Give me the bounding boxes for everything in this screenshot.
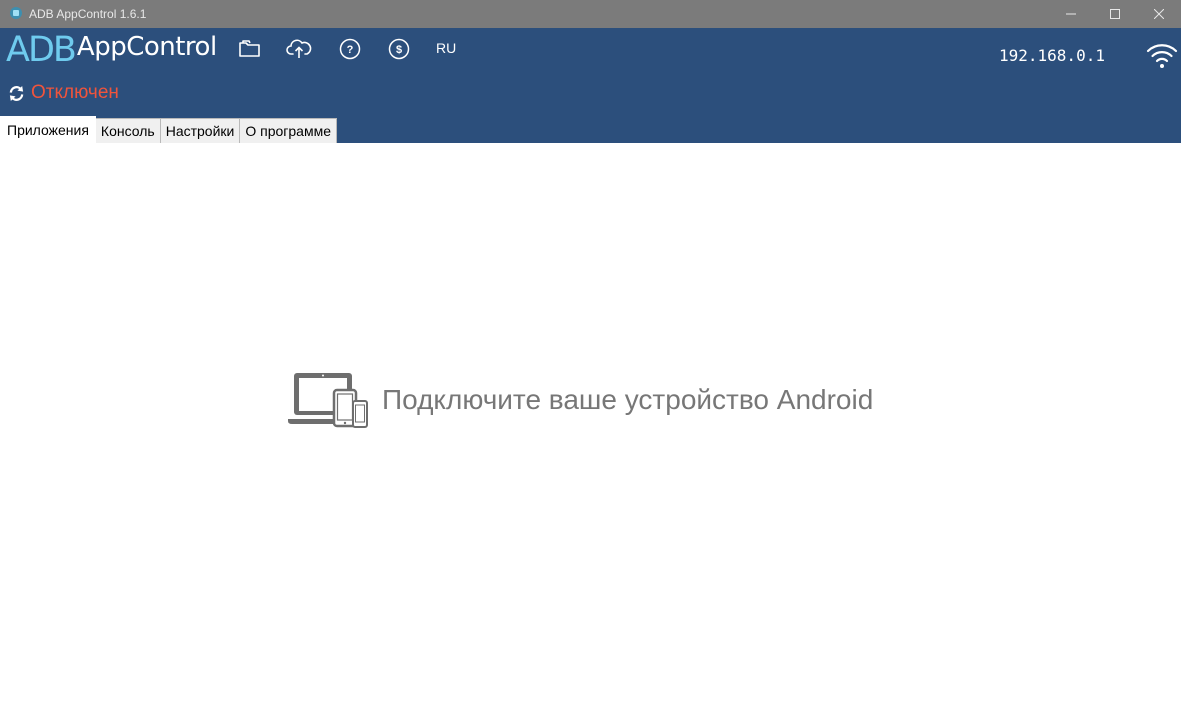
tab-about[interactable]: О программе: [240, 118, 338, 143]
wifi-icon: [1146, 44, 1178, 68]
svg-text:$: $: [396, 44, 402, 56]
adb-app-icon: [10, 7, 22, 19]
open-folder-button[interactable]: [237, 36, 263, 62]
connection-status: Отключен: [8, 81, 119, 105]
minimize-icon: [1066, 13, 1076, 15]
empty-state: Подключите ваше устройство Android: [288, 371, 873, 429]
folder-icon: [239, 40, 260, 57]
tab-console[interactable]: Консоль: [95, 118, 161, 143]
language-selector[interactable]: RU: [436, 40, 456, 56]
donate-icon: $: [388, 38, 410, 60]
svg-text:?: ?: [347, 44, 354, 56]
main-tabs: Приложения Консоль Настройки О программе: [0, 116, 338, 143]
minimize-button[interactable]: [1048, 0, 1094, 28]
status-text: Отключен: [31, 82, 119, 103]
donate-button[interactable]: $: [386, 36, 412, 62]
close-button[interactable]: [1136, 0, 1181, 28]
refresh-icon[interactable]: [8, 85, 25, 102]
close-icon: [1154, 9, 1164, 19]
logo-adb: ADB: [6, 30, 77, 70]
tab-settings[interactable]: Настройки: [160, 118, 241, 143]
help-icon: ?: [339, 38, 361, 60]
connect-device-message: Подключите ваше устройство Android: [382, 384, 874, 415]
maximize-button[interactable]: [1092, 0, 1138, 28]
ip-address-field[interactable]: 192.168.0.1: [999, 46, 1105, 65]
maximize-icon: [1110, 9, 1120, 19]
devices-icon: [288, 373, 368, 428]
cloud-upload-button[interactable]: [286, 36, 312, 62]
tab-apps[interactable]: Приложения: [0, 116, 96, 143]
help-button[interactable]: ?: [337, 36, 363, 62]
logo-appcontrol: AppControl: [76, 32, 217, 62]
app-logo: ADBAppControl: [6, 30, 217, 70]
wifi-connect-button[interactable]: [1146, 40, 1178, 70]
window-title: ADB AppControl 1.6.1: [29, 7, 147, 21]
window-titlebar: ADB AppControl 1.6.1: [0, 0, 1181, 28]
app-header: ADBAppControl ? $ RU 192.168.0.1 Отключе…: [0, 28, 1181, 143]
cloud-upload-icon: [286, 39, 312, 58]
